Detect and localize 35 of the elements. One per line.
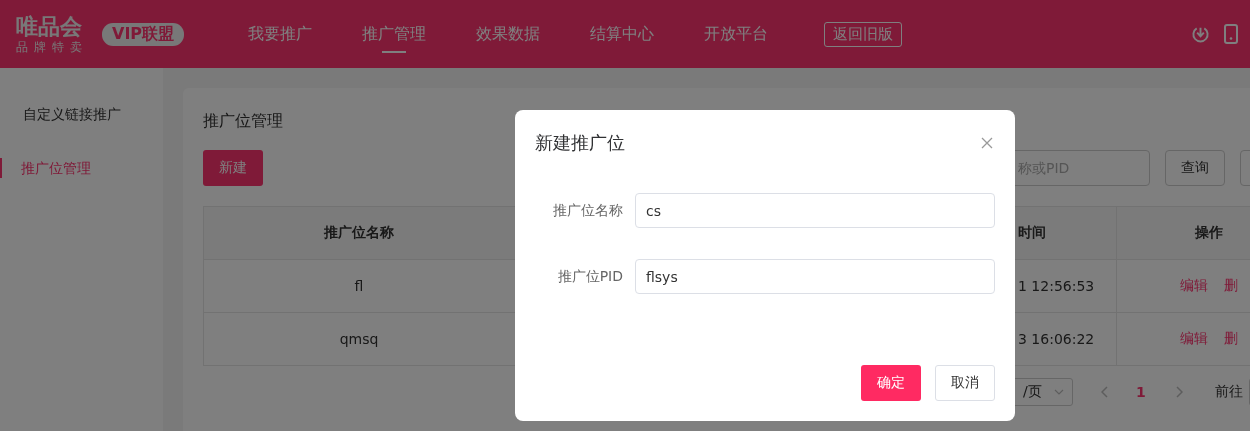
vip-badge: VIP联盟 (102, 22, 185, 46)
query-button[interactable]: 查询 (1165, 150, 1225, 186)
column-header: 操作 (1194, 223, 1224, 242)
nav-tab[interactable]: 开放平台 (704, 15, 769, 53)
confirm-button[interactable]: 确定 (861, 365, 921, 401)
action-link[interactable]: 删 (1224, 277, 1238, 295)
chevron-down-icon (1054, 389, 1064, 395)
close-icon[interactable] (981, 137, 993, 149)
previous-page-icon[interactable] (1101, 386, 1108, 398)
input-field[interactable]: flsys (635, 259, 995, 294)
action-link[interactable]: 编辑 (1180, 277, 1208, 295)
phone-icon[interactable] (1224, 24, 1238, 44)
page-title: 推广位管理 (203, 110, 284, 132)
sidebar-item[interactable]: 自定义链接推广 (0, 104, 163, 124)
next-page-icon[interactable] (1175, 386, 1183, 398)
table-cell-text: qmsq (338, 330, 380, 349)
table-cell-text: fl (353, 277, 365, 296)
nav-tab[interactable]: 我要推广 (248, 15, 313, 53)
logo-subtitle: 品牌特卖 (16, 40, 88, 53)
input-field[interactable]: cs (635, 193, 995, 228)
nav-tab[interactable]: 结算中心 (590, 15, 655, 53)
field-label: 推广位PID (556, 267, 623, 286)
nav-tab[interactable]: 效果数据 (476, 15, 541, 53)
action-link[interactable]: 删 (1224, 330, 1238, 348)
new-button[interactable]: 新建 (203, 150, 263, 186)
field-label: 推广位名称 (552, 201, 623, 220)
page-number[interactable]: 1 (1136, 384, 1146, 400)
dialog-title: 新建推广位 (535, 131, 625, 155)
logo-title: 唯品会 (16, 15, 83, 38)
column-header: 推广位名称 (323, 223, 395, 242)
goto-label: 前往 (1214, 383, 1243, 401)
old-version-button[interactable]: 返回旧版 (824, 21, 903, 47)
action-link[interactable]: 编辑 (1180, 330, 1208, 348)
nav-tab[interactable]: 推广管理 (362, 15, 427, 53)
cancel-button[interactable]: 取消 (935, 365, 995, 401)
